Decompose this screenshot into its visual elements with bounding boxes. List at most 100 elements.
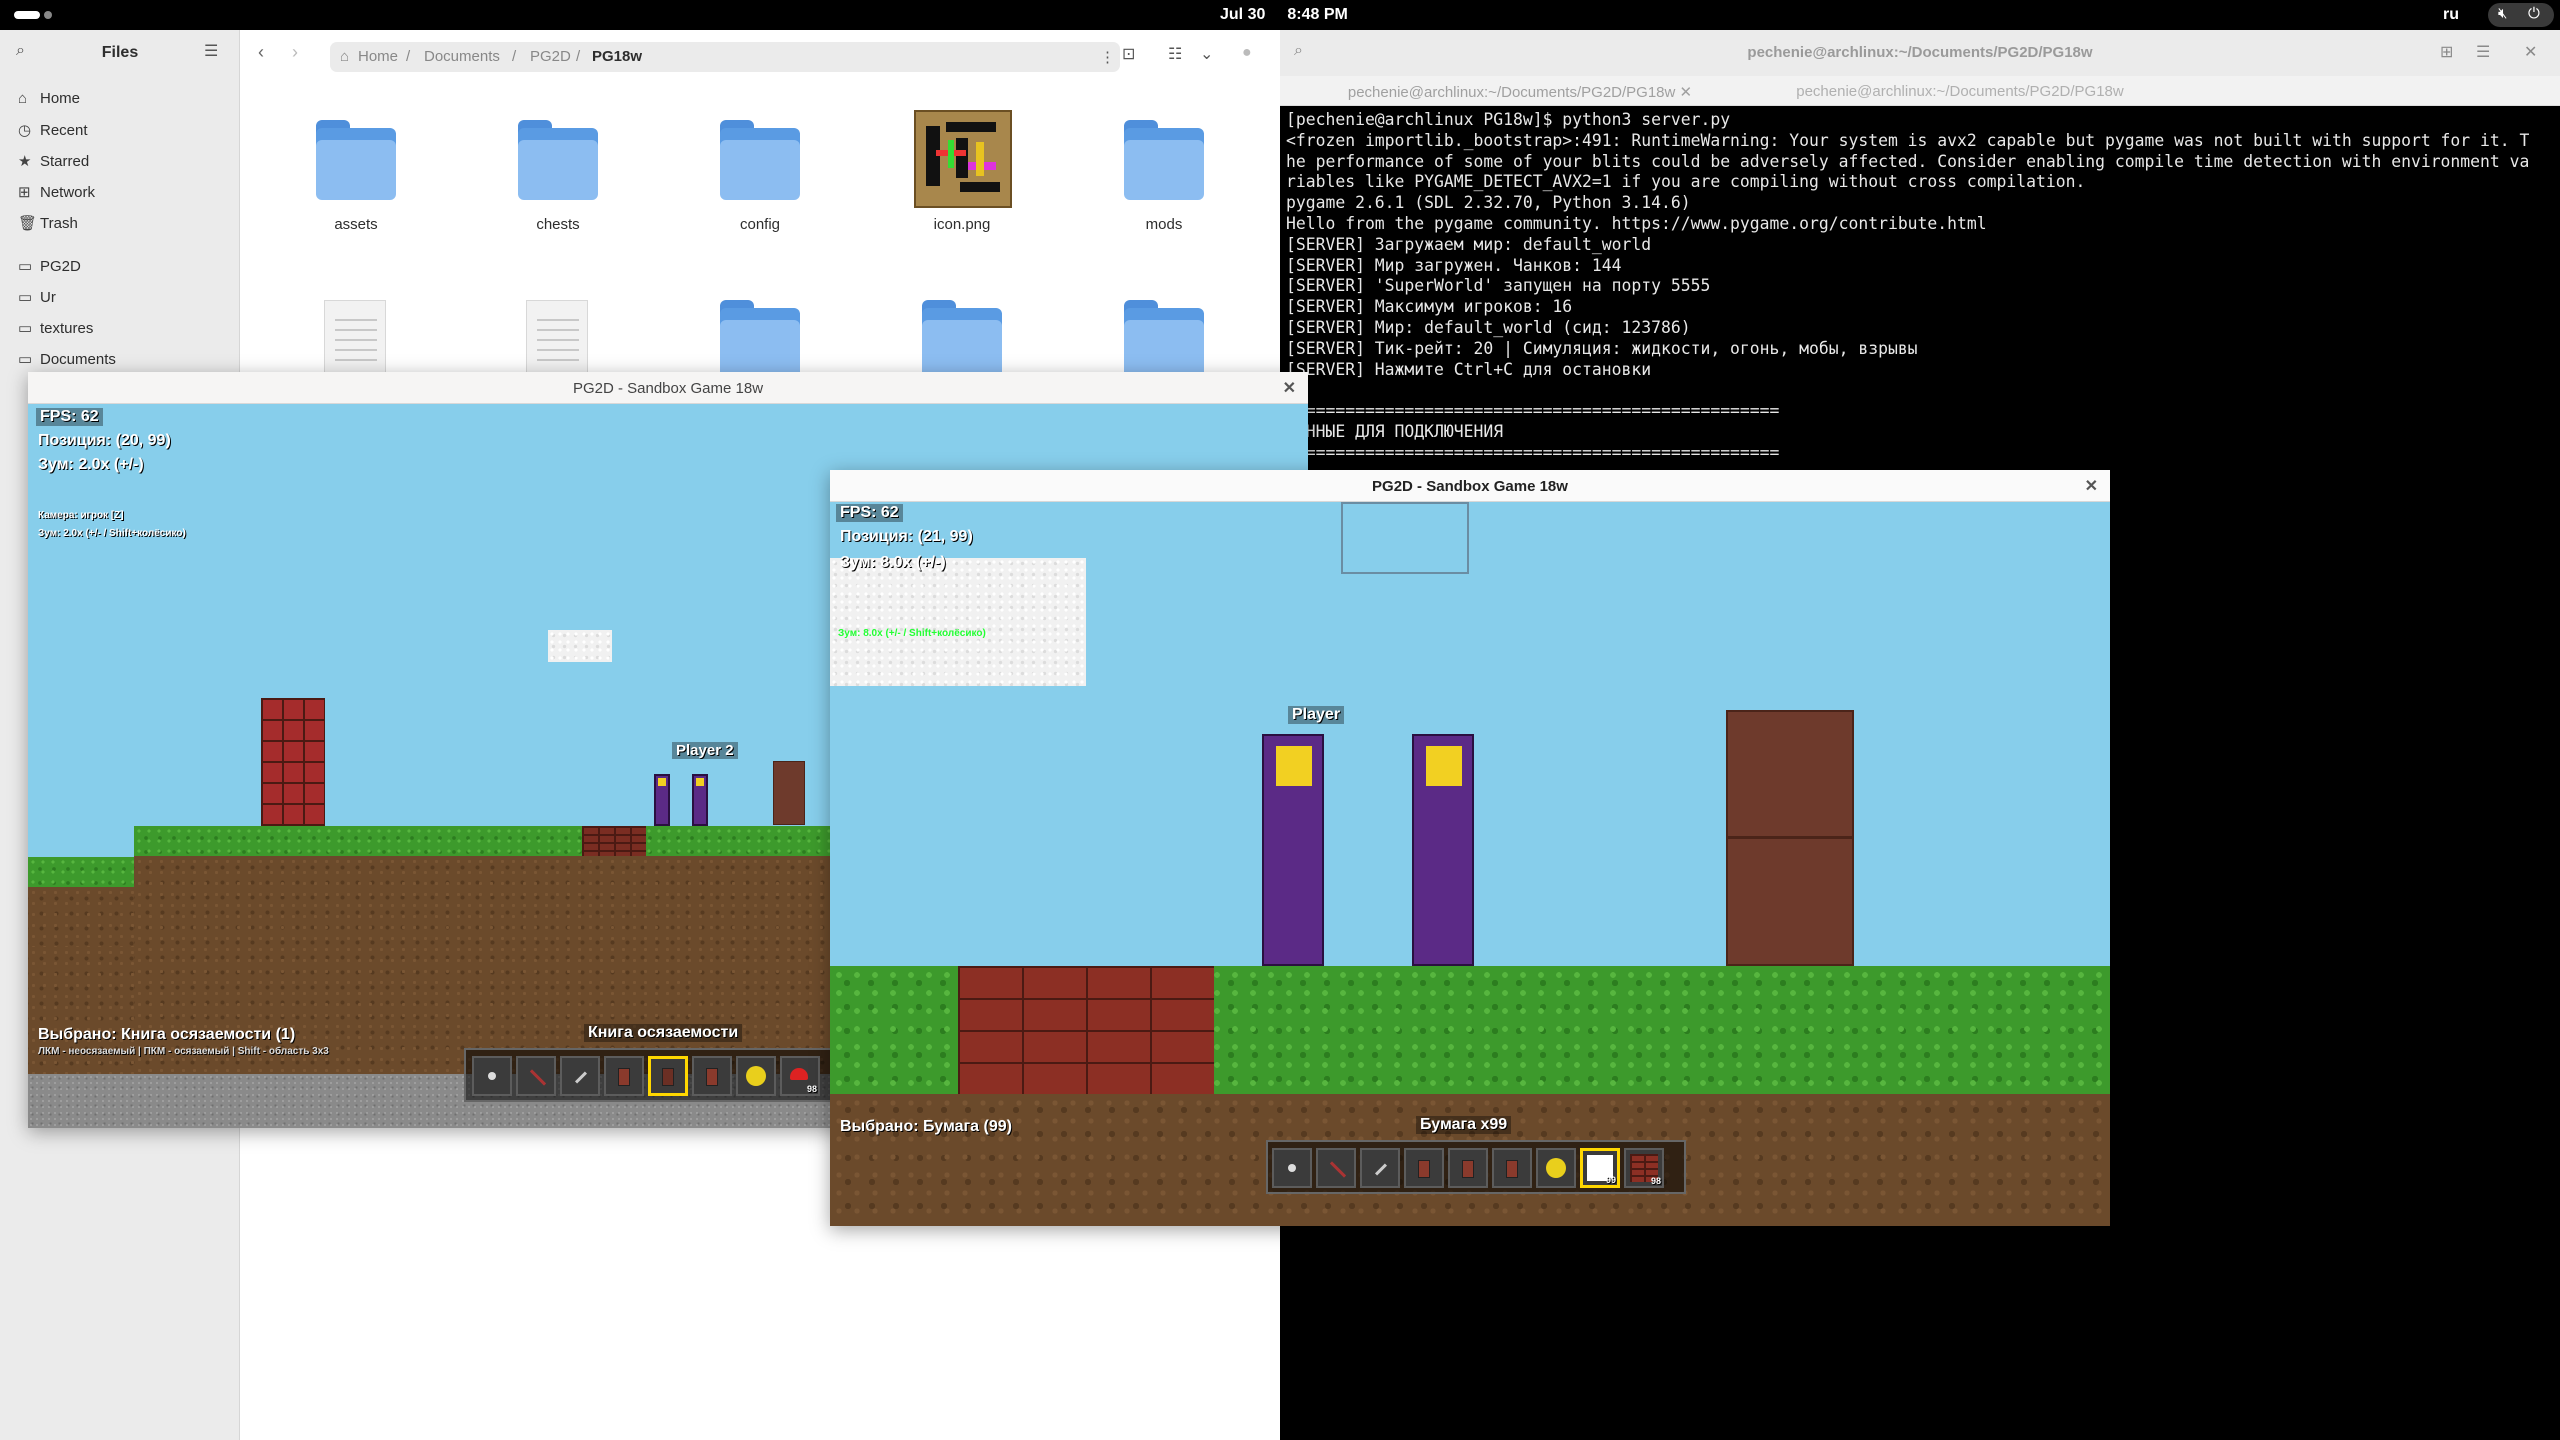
sidebar-item-ur[interactable]: ▭ Ur [18, 288, 56, 314]
zoom-hint: Зум: 8.0x (+/- / Shift+колёсико) [838, 628, 986, 639]
breadcrumb-current[interactable]: PG18w [592, 48, 642, 65]
sidebar-label: Ur [40, 289, 56, 306]
door-icon [1418, 1160, 1430, 1178]
window-title: PG2D - Sandbox Game 18w [1372, 478, 1568, 495]
folder-icon: ▭ [18, 258, 33, 275]
hotbar-slot[interactable] [1360, 1148, 1400, 1188]
hotbar-slot-selected[interactable]: 99 [1580, 1148, 1620, 1188]
sidebar-item-textures[interactable]: ▭ textures [18, 319, 93, 345]
file-name: assets [334, 216, 378, 233]
door-icon [706, 1068, 718, 1086]
breadcrumb[interactable]: ⌂ Home / Documents / PG2D / PG18w ⋮ [330, 42, 1120, 72]
close-icon[interactable]: ✕ [2085, 476, 2098, 496]
sidebar-item-trash[interactable]: 🗑︎ Trash [18, 214, 78, 240]
view-list-icon[interactable]: ☷ [1168, 44, 1182, 64]
hotbar-slot[interactable]: 98 [780, 1056, 820, 1096]
close-icon[interactable]: ✕ [1283, 378, 1296, 398]
hotbar-slot[interactable] [1316, 1148, 1356, 1188]
back-button[interactable]: ‹ [258, 42, 264, 63]
breadcrumb-documents[interactable]: Documents [424, 48, 500, 65]
sidebar-item-pg2d[interactable]: ▭ PG2D [18, 257, 81, 283]
clock[interactable]: Jul 30 8:48 PM [1220, 6, 1370, 24]
home-icon: ⌂ [18, 90, 28, 107]
keyboard-layout[interactable]: ru [2443, 6, 2459, 24]
hotbar-slot[interactable] [1404, 1148, 1444, 1188]
hotbar-slot[interactable] [516, 1056, 556, 1096]
more-icon[interactable]: ⋮ [1100, 48, 1115, 66]
hotbar-slot[interactable] [472, 1056, 512, 1096]
terminal-line: [SERVER] Нажмите Ctrl+C для остановки [1286, 359, 1652, 379]
sidebar-item-network[interactable]: ⊞ Network [18, 183, 95, 209]
terminal-line: riables like PYGAME_DETECT_AVX2=1 if you… [1286, 172, 2086, 192]
pickaxe-icon [1329, 1161, 1347, 1178]
mushroom-icon [790, 1068, 808, 1080]
hotbar-slot[interactable] [604, 1056, 644, 1096]
sidebar-item-recent[interactable]: ◷ Recent [18, 121, 88, 147]
game-viewport[interactable]: Player FPS: 62 Позиция: (21, 99) Зум: 8.… [830, 502, 2110, 1226]
hotbar-slot-selected[interactable] [648, 1056, 688, 1096]
file-item-assets[interactable]: assets [276, 100, 436, 240]
shovel-icon [488, 1072, 496, 1080]
hotbar-slot[interactable] [560, 1056, 600, 1096]
new-folder-icon[interactable]: ⊡ [1122, 44, 1135, 64]
forward-button[interactable]: › [292, 42, 298, 63]
menu-icon[interactable]: ☰ [204, 41, 218, 61]
terminal-tab[interactable]: pechenie@archlinux:~/Documents/PG2D/PG18… [1310, 76, 1730, 106]
game-window-front[interactable]: PG2D - Sandbox Game 18w ✕ Player FPS: 62… [830, 470, 2110, 1226]
sword-icon [1374, 1163, 1388, 1176]
terminal-line: [SERVER] Максимум игроков: 16 [1286, 297, 1573, 317]
workspace-indicator[interactable] [14, 11, 52, 19]
game-title-bar[interactable]: PG2D - Sandbox Game 18w ✕ [830, 470, 2110, 502]
terminal-output[interactable]: [pechenie@archlinux PG18w]$ python3 serv… [1286, 110, 2552, 464]
file-name: chests [536, 216, 580, 233]
hotbar-slot[interactable]: 98 [1624, 1148, 1664, 1188]
power-icon: ⏻ [2528, 5, 2540, 22]
zoom-hint: Зум: 2.0x (+/- / Shift+колёсико) [38, 528, 186, 539]
hotbar-slot[interactable] [1448, 1148, 1488, 1188]
sidebar-label: textures [40, 320, 94, 337]
terminal-line: ДАННЫЕ ДЛЯ ПОДКЛЮЧЕНИЯ [1286, 421, 1504, 441]
game-title-bar[interactable]: PG2D - Sandbox Game 18w ✕ [28, 372, 1308, 404]
menu-icon[interactable]: ☰ [2476, 42, 2490, 62]
file-name: mods [1145, 216, 1183, 233]
camera-hint: Камера: игрок [Z] [38, 510, 124, 521]
terminal-tab[interactable]: pechenie@archlinux:~/Documents/PG2D/PG18… [1750, 76, 2170, 106]
system-tray[interactable]: 🔇︎ ⏻ [2488, 3, 2554, 27]
close-icon[interactable]: ✕ [2524, 42, 2537, 62]
sidebar-label: Home [40, 90, 81, 107]
sword-icon [574, 1071, 588, 1084]
file-item-chests[interactable]: chests [478, 100, 638, 240]
door-block [773, 761, 805, 825]
window-control-icon[interactable]: ● [1242, 44, 1252, 62]
new-tab-icon[interactable]: ⊞ [2440, 42, 2453, 62]
hotbar-slot[interactable] [1492, 1148, 1532, 1188]
breadcrumb-pg2d[interactable]: PG2D [530, 48, 571, 65]
hotbar-slot[interactable] [1272, 1148, 1312, 1188]
terminal-title: pechenie@archlinux:~/Documents/PG2D/PG18… [1747, 44, 2093, 61]
file-item-mods[interactable]: mods [1084, 100, 1244, 240]
folder-icon: ▭ [18, 289, 33, 306]
sidebar-item-starred[interactable]: ★ Starred [18, 152, 89, 178]
hotbar: 99 98 [1266, 1140, 1686, 1194]
top-bar: Jul 30 8:48 PM ru 🔇︎ ⏻ [0, 0, 2560, 30]
file-item-config[interactable]: config [680, 100, 840, 240]
close-icon[interactable]: ✕ [1680, 84, 1693, 101]
chevron-down-icon[interactable]: ⌄ [1200, 44, 1213, 64]
folder-icon: ▭ [18, 320, 33, 337]
grass-block [28, 857, 134, 887]
folder-icon [720, 120, 800, 200]
hotbar-slot[interactable] [736, 1056, 776, 1096]
folder-icon [518, 120, 598, 200]
item-count: 98 [1650, 1176, 1661, 1186]
file-item-icon-png[interactable]: icon.png [882, 100, 1042, 240]
hotbar-slot[interactable] [1536, 1148, 1576, 1188]
sidebar-item-home[interactable]: ⌂ Home [18, 90, 80, 116]
tab-label: pechenie@archlinux:~/Documents/PG2D/PG18… [1347, 84, 1676, 101]
position-readout: Позиция: (20, 99) [38, 432, 171, 449]
star-icon: ★ [18, 153, 32, 170]
breadcrumb-home[interactable]: Home [358, 48, 398, 65]
hotbar-slot[interactable] [692, 1056, 732, 1096]
terminal-tabs: pechenie@archlinux:~/Documents/PG2D/PG18… [1280, 76, 2560, 106]
network-icon: ⊞ [18, 184, 31, 201]
sidebar-label: Starred [40, 153, 90, 170]
